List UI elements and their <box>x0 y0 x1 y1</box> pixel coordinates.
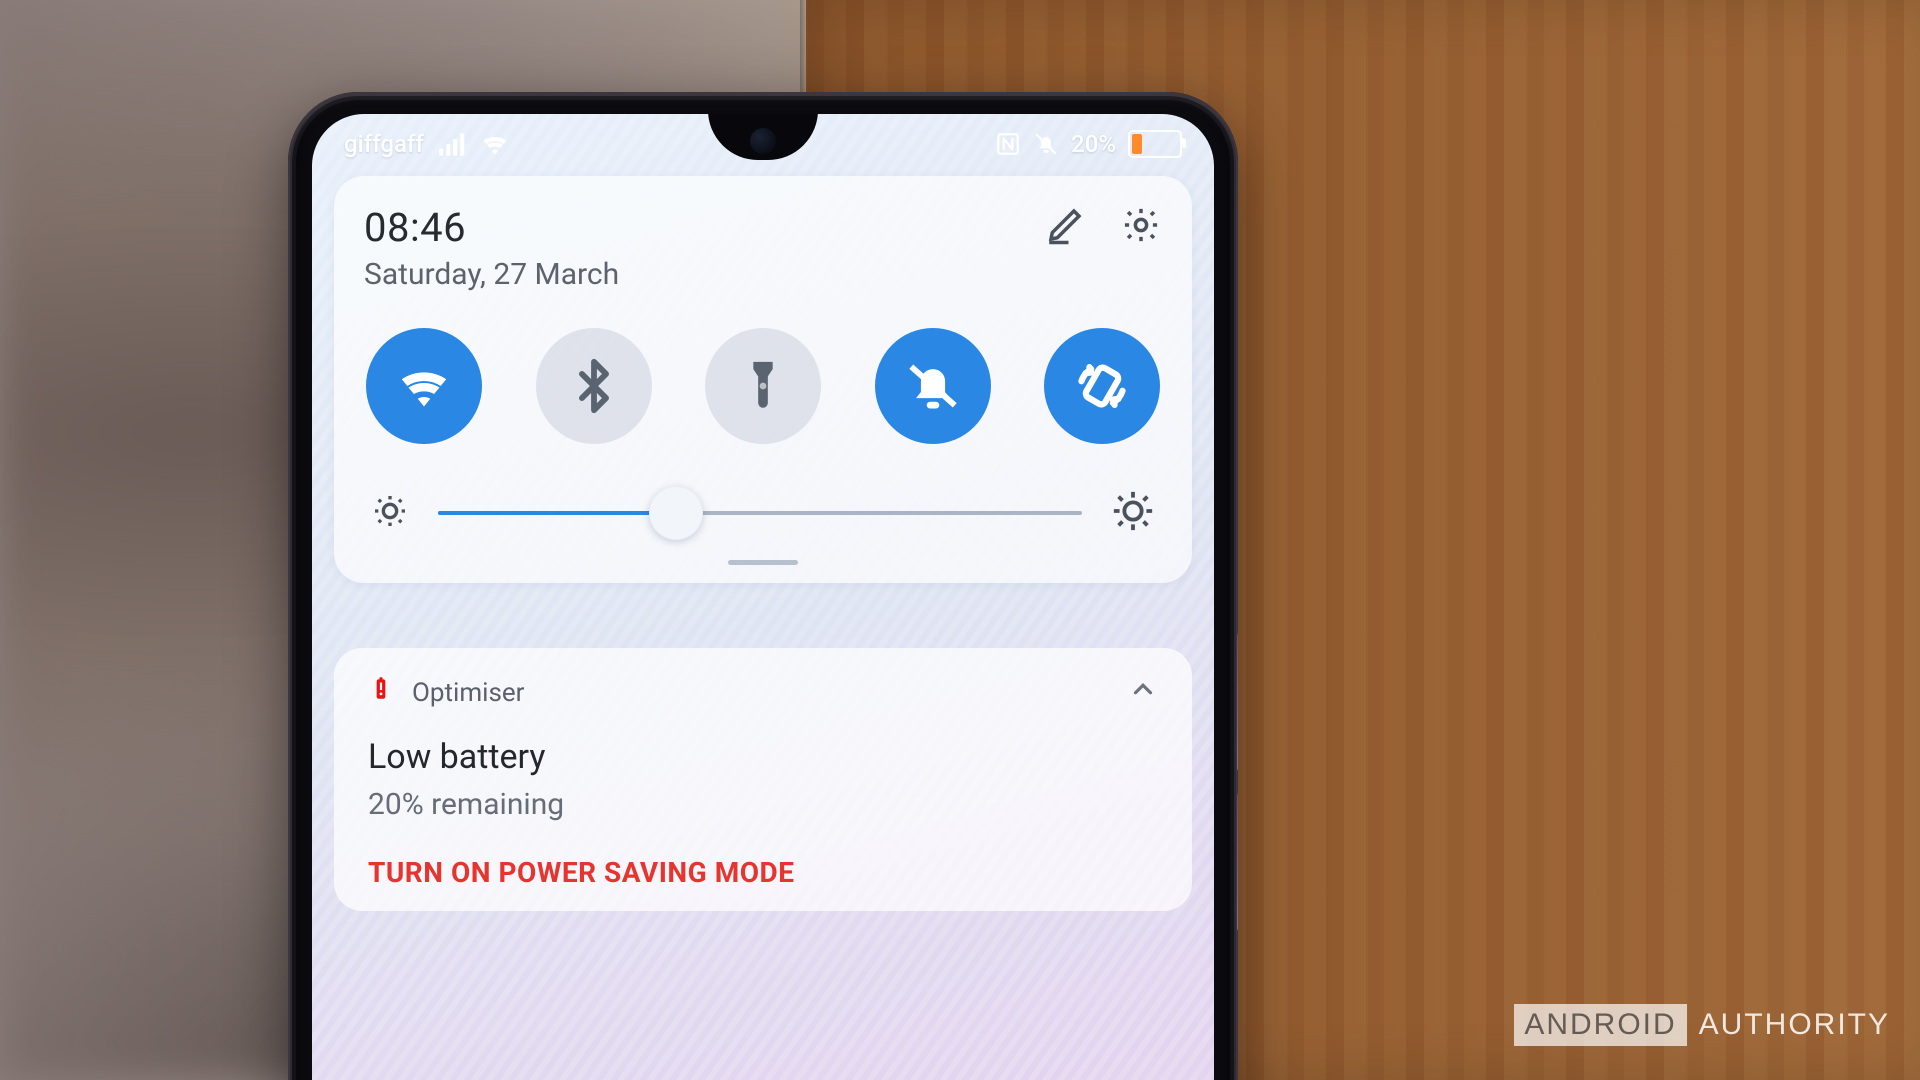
brightness-slider[interactable] <box>364 488 1162 544</box>
notification-card[interactable]: Optimiser Low battery 20% remaining TURN… <box>334 648 1192 911</box>
watermark: ANDROID AUTHORITY <box>1514 1004 1890 1046</box>
carrier-label: giffgaff <box>344 130 424 158</box>
wifi-icon <box>480 129 510 159</box>
watermark-right: AUTHORITY <box>1699 1008 1890 1042</box>
drag-handle[interactable] <box>728 560 798 565</box>
volume-up-button <box>1237 632 1238 772</box>
notification-subtitle: 20% remaining <box>368 787 1158 822</box>
mute-icon <box>1033 131 1059 157</box>
mute-toggle[interactable] <box>875 328 991 444</box>
notification-title: Low battery <box>368 737 1158 777</box>
notification-cta[interactable]: TURN ON POWER SAVING MODE <box>368 856 1158 889</box>
quick-settings-panel[interactable]: 08:46 Saturday, 27 March <box>334 176 1192 583</box>
wifi-toggle[interactable] <box>366 328 482 444</box>
brightness-thumb[interactable] <box>649 486 703 540</box>
chevron-up-icon[interactable] <box>1128 674 1158 711</box>
volume-down-button <box>1237 792 1238 932</box>
notification-app-name: Optimiser <box>412 678 524 708</box>
bluetooth-toggle[interactable] <box>536 328 652 444</box>
status-bar: giffgaff 20% <box>338 122 1188 166</box>
brightness-track[interactable] <box>438 511 1082 515</box>
nfc-icon <box>995 131 1021 157</box>
autorotate-toggle[interactable] <box>1044 328 1160 444</box>
battery-alert-icon <box>368 676 394 709</box>
brightness-high-icon <box>1110 488 1156 538</box>
phone-screen: giffgaff 20% <box>312 114 1214 1080</box>
battery-icon <box>1128 130 1182 158</box>
clock-date: Saturday, 27 March <box>364 257 619 292</box>
brightness-low-icon <box>370 491 410 535</box>
watermark-left: ANDROID <box>1514 1004 1686 1046</box>
gear-icon[interactable] <box>1120 204 1162 246</box>
phone-frame: giffgaff 20% <box>288 92 1238 1080</box>
signal-icon <box>438 130 466 158</box>
pencil-icon[interactable] <box>1044 204 1086 246</box>
clock-time: 08:46 <box>364 204 619 251</box>
torch-toggle[interactable] <box>705 328 821 444</box>
battery-percent-label: 20% <box>1071 130 1116 158</box>
